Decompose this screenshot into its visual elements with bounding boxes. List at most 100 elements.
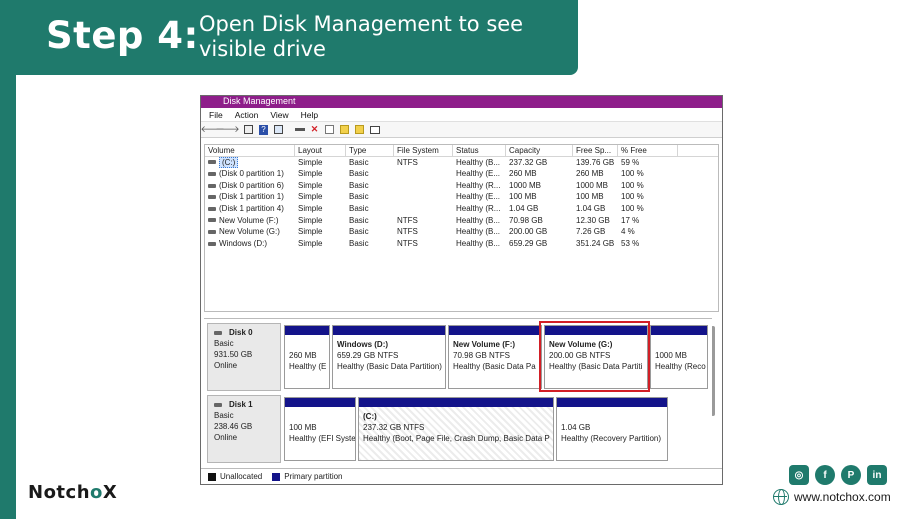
partition-name: New Volume (F:) bbox=[453, 340, 516, 349]
volume-row[interactable]: (Disk 1 partition 4) Simple Basic Healthy (… bbox=[205, 203, 718, 215]
disk-icon bbox=[214, 402, 222, 407]
free-space-cell: 100 MB bbox=[576, 192, 604, 202]
disk-1-partition-recovery[interactable]: 1.04 GB Healthy (Recovery Partition) bbox=[556, 397, 668, 461]
capacity-cell: 260 MB bbox=[509, 169, 537, 179]
volume-cell: Windows (D:) bbox=[205, 238, 295, 250]
partition-status: Healthy (Reco bbox=[655, 362, 706, 371]
col-free-space[interactable]: Free Sp... bbox=[573, 145, 618, 156]
volume-name: (Disk 0 partition 6) bbox=[219, 180, 284, 190]
drive-icon bbox=[208, 183, 216, 188]
percent-free-cell: 100 % bbox=[621, 192, 644, 202]
partition-size: 260 MB bbox=[289, 351, 317, 360]
instagram-icon[interactable]: ◎ bbox=[789, 465, 809, 485]
percent-free-cell: 53 % bbox=[621, 238, 640, 248]
list-icon[interactable] bbox=[273, 124, 284, 135]
volume-row[interactable]: New Volume (G:) Simple Basic NTFS Healthy (B… bbox=[205, 226, 718, 238]
file-system-cell: NTFS bbox=[397, 238, 418, 248]
open-icon[interactable] bbox=[354, 124, 365, 135]
volume-cell: (Disk 1 partition 4) bbox=[205, 203, 295, 215]
volume-name: (C:) bbox=[219, 156, 239, 168]
volume-row[interactable]: New Volume (F:) Simple Basic NTFS Healthy (B… bbox=[205, 215, 718, 227]
file-system-cell bbox=[394, 168, 453, 180]
disk-1-state: Online bbox=[214, 433, 238, 442]
menu-file[interactable]: File bbox=[209, 110, 223, 120]
partition-size: 1.04 GB bbox=[561, 423, 591, 432]
col-volume[interactable]: Volume bbox=[205, 145, 295, 156]
layout-cell: Simple bbox=[298, 215, 323, 225]
layout-cell: Simple bbox=[298, 227, 323, 237]
capacity-cell: 237.32 GB bbox=[509, 157, 548, 167]
disk-0-partition-new-volume-f[interactable]: New Volume (F:) 70.98 GB NTFS Healthy (B… bbox=[448, 325, 542, 389]
delete-icon[interactable]: ✕ bbox=[309, 124, 320, 135]
view-icon[interactable] bbox=[369, 124, 380, 135]
volume-row[interactable]: (Disk 0 partition 6) Simple Basic Healthy (… bbox=[205, 180, 718, 192]
menu-help[interactable]: Help bbox=[301, 110, 318, 120]
layout-cell: Simple bbox=[298, 192, 323, 202]
notchox-logo: NotchoX bbox=[28, 482, 118, 503]
type-cell: Basic bbox=[349, 215, 369, 225]
connect-icon[interactable] bbox=[294, 124, 305, 135]
disk-graphical-view: Disk 0 Basic 931.50 GB Online 260 MB Hea… bbox=[204, 318, 712, 466]
partition-name: (C:) bbox=[363, 412, 377, 421]
check-icon[interactable] bbox=[324, 124, 335, 135]
col-status[interactable]: Status bbox=[453, 145, 506, 156]
disk-1-partition-c[interactable]: (C:) 237.32 GB NTFS Healthy (Boot, Page … bbox=[358, 397, 554, 461]
partition-size: 1000 MB bbox=[655, 351, 688, 360]
window-title: Disk Management bbox=[201, 96, 722, 108]
partition-size: 237.32 GB NTFS bbox=[363, 423, 425, 432]
volume-name: New Volume (F:) bbox=[219, 215, 279, 225]
volume-row[interactable]: (Disk 0 partition 1) Simple Basic Healthy (… bbox=[205, 168, 718, 180]
menu-view[interactable]: View bbox=[270, 110, 288, 120]
volume-row[interactable]: (C:) Simple Basic NTFS Healthy (B... 237.32 G… bbox=[205, 156, 718, 169]
disk-0-partition-efi[interactable]: 260 MB Healthy (E bbox=[284, 325, 330, 389]
volume-name: New Volume (G:) bbox=[219, 227, 280, 237]
new-icon[interactable] bbox=[339, 124, 350, 135]
volume-list-header: Volume Layout Type File System Status Ca… bbox=[205, 145, 718, 157]
drive-icon bbox=[208, 241, 216, 246]
status-cell: Healthy (B... bbox=[456, 227, 501, 237]
properties-icon[interactable] bbox=[243, 124, 254, 135]
type-cell: Basic bbox=[349, 180, 369, 190]
help-icon[interactable]: ? bbox=[258, 124, 269, 135]
primary-swatch bbox=[272, 472, 281, 481]
volume-row[interactable]: (Disk 1 partition 1) Simple Basic Healthy (… bbox=[205, 191, 718, 203]
partition-status: Healthy (Recovery Partition) bbox=[561, 434, 662, 443]
percent-free-cell: 59 % bbox=[621, 157, 640, 167]
disk-1-partition-efi[interactable]: 100 MB Healthy (EFI Syste bbox=[284, 397, 356, 461]
pinterest-icon[interactable]: P bbox=[841, 465, 861, 485]
partition-status: Healthy (EFI Syste bbox=[289, 434, 356, 443]
step-description: Open Disk Management to see visible driv… bbox=[199, 12, 524, 61]
slide: Step 4: Open Disk Management to see visi… bbox=[0, 0, 922, 519]
status-cell: Healthy (R... bbox=[456, 180, 501, 190]
facebook-icon[interactable]: f bbox=[815, 465, 835, 485]
percent-free-cell: 100 % bbox=[621, 180, 644, 190]
volume-name: (Disk 1 partition 4) bbox=[219, 203, 284, 213]
volume-row[interactable]: Windows (D:) Simple Basic NTFS Healthy (B...… bbox=[205, 238, 718, 250]
volume-name: (Disk 0 partition 1) bbox=[219, 169, 284, 179]
volume-cell: New Volume (G:) bbox=[205, 226, 295, 238]
volume-list: Volume Layout Type File System Status Ca… bbox=[204, 144, 719, 312]
globe-icon bbox=[773, 489, 789, 505]
linkedin-icon[interactable]: in bbox=[867, 465, 887, 485]
forward-icon[interactable]: 🡒 bbox=[215, 124, 239, 135]
menu-action[interactable]: Action bbox=[235, 110, 259, 120]
col-capacity[interactable]: Capacity bbox=[506, 145, 573, 156]
drive-icon bbox=[208, 160, 216, 165]
volume-cell: New Volume (F:) bbox=[205, 215, 295, 227]
file-system-cell: NTFS bbox=[397, 227, 418, 237]
col-file-system[interactable]: File System bbox=[394, 145, 453, 156]
website-link[interactable]: www.notchox.com bbox=[773, 489, 891, 505]
disk-0-partition-recovery[interactable]: 1000 MB Healthy (Reco bbox=[650, 325, 708, 389]
partition-name bbox=[655, 339, 707, 350]
file-system-cell: NTFS bbox=[397, 157, 418, 167]
col-percent-free[interactable]: % Free bbox=[618, 145, 678, 156]
disk-0-info[interactable]: Disk 0 Basic 931.50 GB Online bbox=[207, 323, 281, 391]
disk-0-partition-windows-d[interactable]: Windows (D:) 659.29 GB NTFS Healthy (Bas… bbox=[332, 325, 446, 389]
col-type[interactable]: Type bbox=[346, 145, 394, 156]
volume-cell: (Disk 0 partition 6) bbox=[205, 180, 295, 192]
left-accent-strip bbox=[0, 0, 16, 519]
disk-1-info[interactable]: Disk 1 Basic 238.46 GB Online bbox=[207, 395, 281, 463]
partition-status: Healthy (Basic Data Partition) bbox=[337, 362, 442, 371]
col-layout[interactable]: Layout bbox=[295, 145, 346, 156]
status-cell: Healthy (E... bbox=[456, 192, 501, 202]
